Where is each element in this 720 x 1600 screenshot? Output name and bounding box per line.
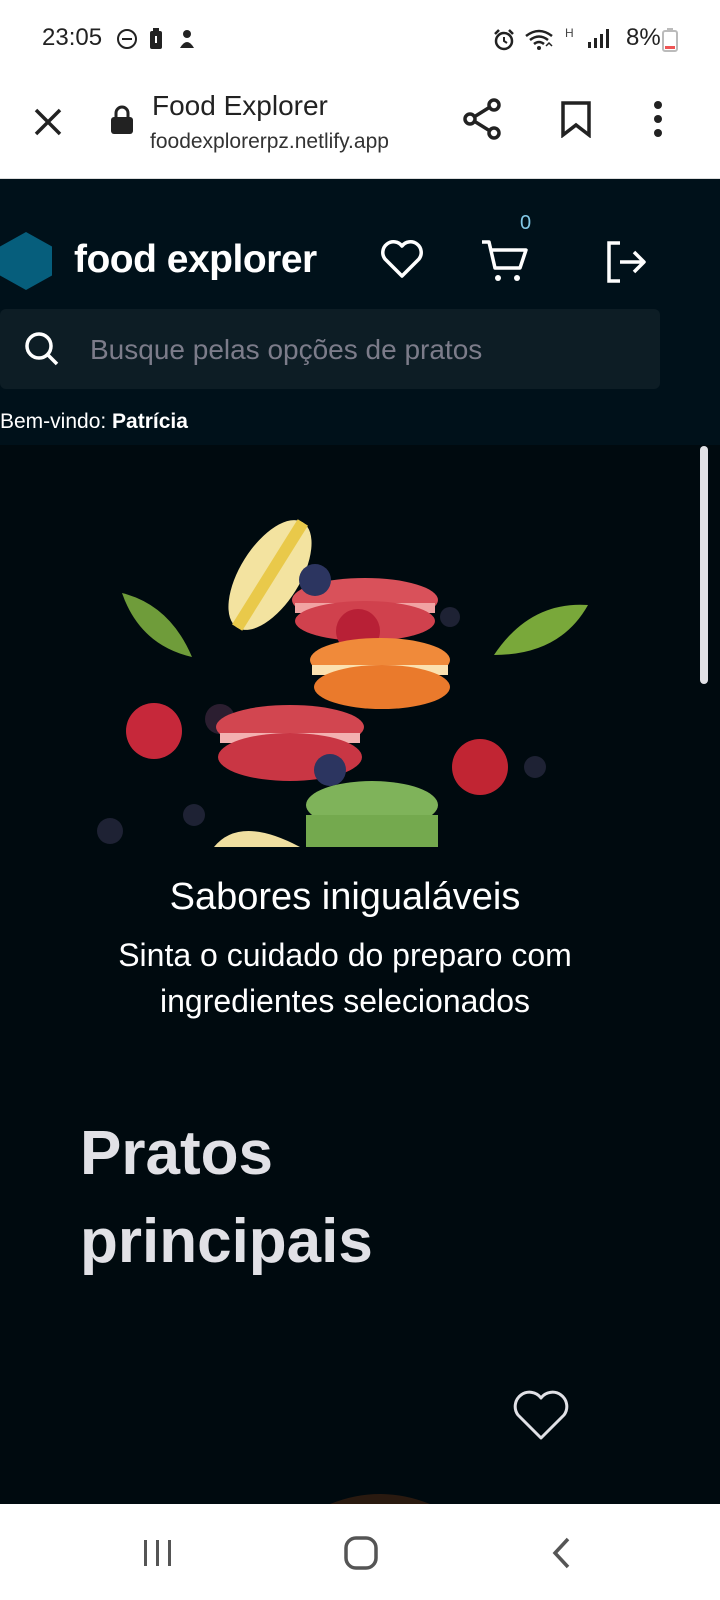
- more-icon[interactable]: [652, 100, 664, 138]
- welcome-prefix: Bem-vindo:: [0, 410, 113, 433]
- user-name: Patrícia: [112, 410, 188, 433]
- home-icon[interactable]: [344, 1536, 378, 1570]
- dish-image-peek: [330, 1494, 430, 1504]
- banner-image: [97, 519, 588, 847]
- alarm-icon: [494, 29, 514, 51]
- close-icon[interactable]: [32, 106, 64, 138]
- favorites-heart-icon[interactable]: [380, 240, 424, 280]
- status-bar: 23:05 H 8%: [0, 0, 720, 80]
- signal-icon: [588, 29, 609, 48]
- section-title: Pratos principais: [80, 1119, 373, 1276]
- battery-percent: 8%: [626, 24, 661, 51]
- cart-count-badge: 0: [520, 212, 532, 234]
- welcome-message: Bem-vindo: Patrícia: [0, 410, 188, 434]
- wifi-icon: [525, 29, 553, 50]
- favorite-heart-icon[interactable]: [512, 1390, 570, 1442]
- lock-icon: [111, 105, 133, 134]
- share-icon[interactable]: [462, 98, 502, 140]
- page-title: Food Explorer: [152, 90, 328, 121]
- do-not-disturb-icon: [117, 29, 137, 49]
- search-icon: [25, 332, 59, 366]
- logout-icon[interactable]: [604, 240, 648, 284]
- search-input[interactable]: [88, 329, 632, 371]
- battery-icon: [662, 28, 678, 52]
- banner-title: Sabores inigualáveis: [169, 876, 521, 918]
- logo-hexagon-icon: [0, 232, 52, 290]
- search-bar[interactable]: [0, 309, 660, 389]
- network-type: H: [565, 26, 574, 40]
- battery-saver-icon: [150, 28, 162, 49]
- scrollbar[interactable]: [700, 446, 708, 684]
- page-url[interactable]: foodexplorerpz.netlify.app: [150, 130, 389, 154]
- status-time: 23:05: [42, 24, 103, 51]
- cart-icon[interactable]: [480, 238, 528, 284]
- bookmark-icon[interactable]: [560, 100, 592, 138]
- banner-subtitle: Sinta o cuidado do preparo com ingredien…: [118, 937, 572, 1019]
- brand-name[interactable]: food explorer: [74, 238, 317, 282]
- notification-icon: [180, 30, 194, 48]
- back-icon[interactable]: [550, 1536, 572, 1570]
- system-nav-bar: [0, 1504, 720, 1600]
- recent-apps-icon[interactable]: [142, 1538, 174, 1568]
